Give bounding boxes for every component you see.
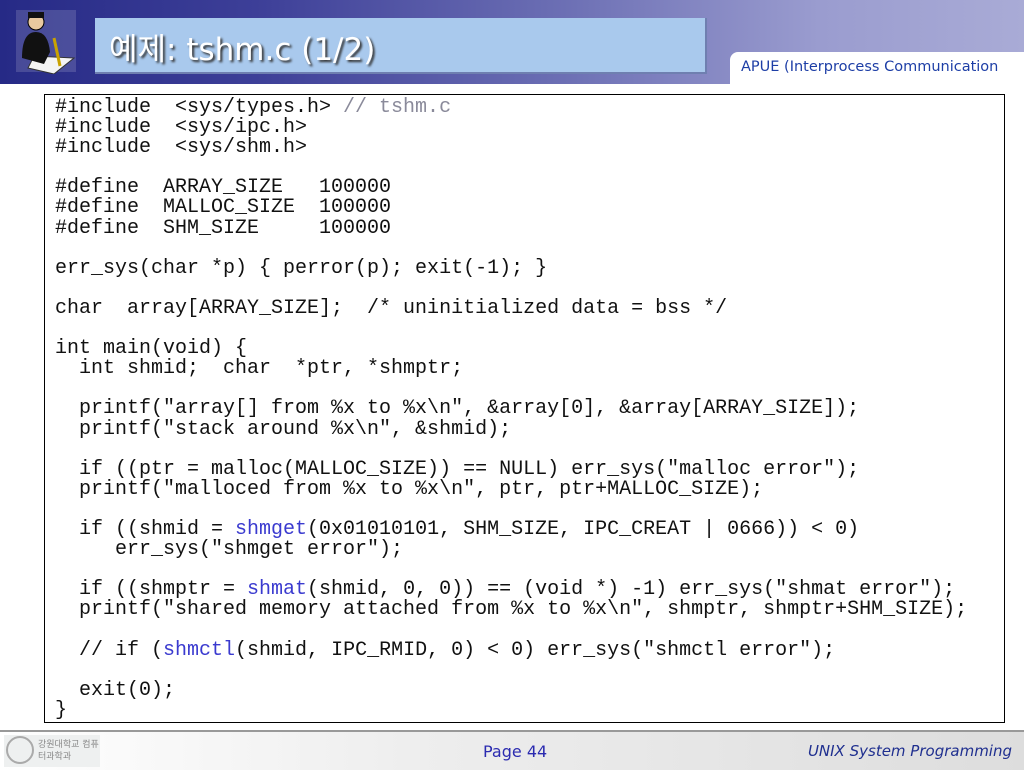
code-text: exit(0); — [55, 678, 176, 702]
subtitle-tab: APUE (Interprocess Communication — [730, 52, 1024, 84]
code-line: int main(void) { — [55, 339, 967, 359]
code-text: printf("malloced from %x to %x\n", ptr, … — [55, 477, 764, 501]
code-text: err_sys(char *p) { perror(p); exit(-1); … — [55, 256, 548, 280]
subtitle: APUE (Interprocess Communication — [741, 59, 999, 75]
code-line: #include <sys/types.h> // tshm.c — [55, 96, 967, 119]
code-line: char array[ARRAY_SIZE]; /* uninitialized… — [55, 296, 967, 320]
code-line: printf("malloced from %x to %x\n", ptr, … — [55, 477, 967, 501]
department-name: 강원대학교 컴퓨터과학과 — [38, 740, 99, 762]
code-line: if ((shmid = shmget(0x01010101, SHM_SIZE… — [55, 519, 967, 540]
code-text: } — [55, 698, 68, 722]
code-line: printf("stack around %x\n", &shmid); — [55, 417, 967, 441]
code-box: #include <sys/types.h> // tshm.c #include… — [44, 94, 1005, 723]
writer-figure-icon — [16, 10, 76, 74]
code-line: printf("array[] from %x to %x\n", &array… — [55, 399, 967, 419]
page-number: Page 44 — [483, 742, 548, 761]
code-text: int shmid; char *ptr, *shmptr; — [55, 357, 464, 381]
page-title: 예제: tshm.c (1/2) — [109, 32, 376, 68]
university-logo: 강원대학교 컴퓨터과학과 — [4, 735, 100, 767]
code-text: printf("stack around %x\n", &shmid); — [55, 417, 512, 441]
code-line: } — [55, 698, 967, 722]
code-line: // if (shmctl(shmid, IPC_RMID, 0) < 0) e… — [55, 638, 967, 662]
code-text: (shmid, IPC_RMID, 0) < 0) err_sys("shmct… — [235, 638, 836, 662]
code-line: #include <sys/ipc.h> — [55, 118, 967, 138]
code-line: #define MALLOC_SIZE 100000 — [55, 198, 967, 218]
code-line: printf("shared memory attached from %x t… — [55, 600, 967, 620]
code-line: exit(0); — [55, 678, 967, 702]
code-text: #include <sys/shm.h> — [55, 136, 308, 160]
code-text: #define SHM_SIZE 100000 — [55, 216, 392, 240]
course-title: UNIX System Programming — [807, 742, 1012, 760]
slide-footer: 강원대학교 컴퓨터과학과 Page 44 UNIX System Program… — [0, 730, 1024, 770]
code-line: #define SHM_SIZE 100000 — [55, 216, 967, 240]
seal-icon — [6, 736, 34, 764]
code-line: #include <sys/shm.h> — [55, 138, 967, 158]
title-box: 예제: tshm.c (1/2) — [95, 18, 707, 74]
code-line: int shmid; char *ptr, *shmptr; — [55, 359, 967, 379]
code-line: if ((ptr = malloc(MALLOC_SIZE)) == NULL)… — [55, 459, 967, 480]
code-text: err_sys("shmget error"); — [55, 538, 404, 562]
code-comment: // tshm.c — [343, 96, 452, 119]
slide-header: 예제: tshm.c (1/2) APUE (Interprocess Comm… — [0, 0, 1024, 84]
code-text: // if ( — [55, 638, 164, 662]
code-text: char array[ARRAY_SIZE]; /* uninitialized… — [55, 296, 728, 320]
code-text: printf("shared memory attached from %x t… — [55, 598, 968, 622]
code-line: err_sys(char *p) { perror(p); exit(-1); … — [55, 256, 967, 280]
code-line: err_sys("shmget error"); — [55, 540, 967, 560]
code-listing: #include <sys/types.h> // tshm.c #include… — [55, 96, 967, 722]
code-line: if ((shmptr = shmat(shmid, 0, 0)) == (vo… — [55, 580, 967, 600]
code-line: #define ARRAY_SIZE 100000 — [55, 178, 967, 198]
code-keyword: shmctl — [163, 638, 236, 662]
